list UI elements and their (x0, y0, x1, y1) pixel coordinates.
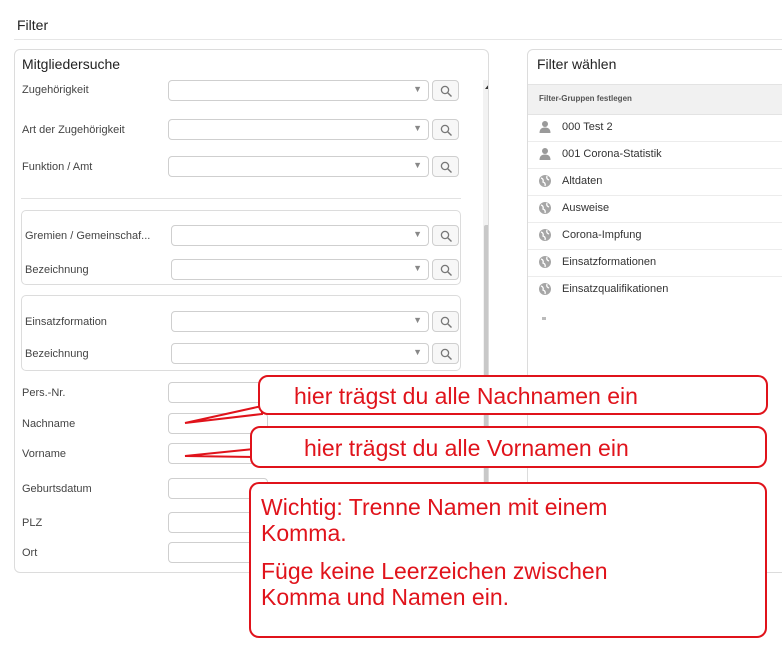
note-line: Wichtig: Trenne Namen mit einem (261, 494, 608, 520)
lastname-callout: hier trägst du alle Nachnamen ein (258, 375, 768, 415)
firstname-callout: hier trägst du alle Vornamen ein (250, 426, 767, 468)
firstname-hint: hier trägst du alle Vornamen ein (304, 435, 629, 461)
note-line: Komma und Namen ein. (261, 584, 510, 610)
note-callout: Wichtig: Trenne Namen mit einem Komma. F… (249, 482, 767, 638)
lastname-hint: hier trägst du alle Nachnamen ein (294, 383, 638, 409)
firstname-pointer (184, 447, 255, 459)
note-line: Füge keine Leerzeichen zwischen (261, 558, 608, 584)
note-line: Komma. (261, 520, 347, 546)
lastname-pointer (184, 404, 263, 424)
